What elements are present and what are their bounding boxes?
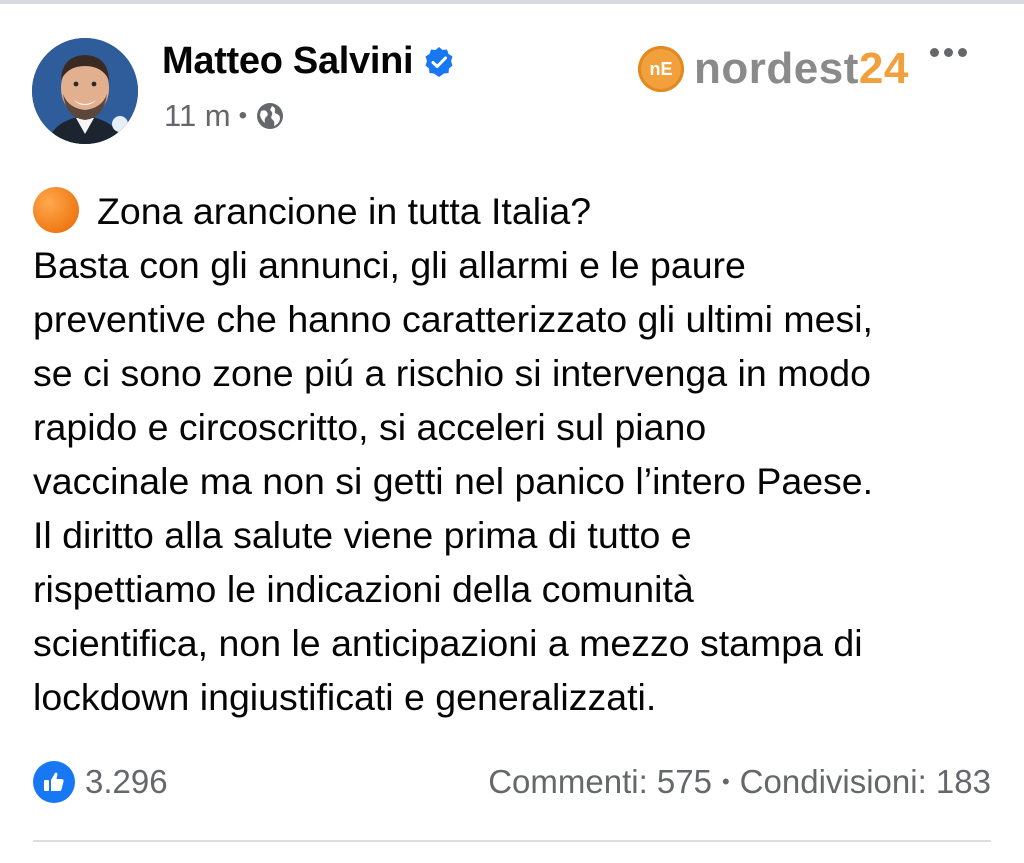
likes-count: 3.296: [85, 763, 168, 800]
post-line: rapido e circoscritto, si acceleri sul p…: [33, 406, 707, 448]
post-line-text: Zona arancione in tutta Italia?: [97, 190, 592, 232]
post-line: lockdown ingiustificati e generalizzati.: [33, 676, 657, 718]
like-icon: [33, 761, 75, 803]
watermark-text-main: nordest: [694, 44, 859, 93]
orange-circle-icon: [33, 187, 79, 233]
globe-icon[interactable]: [255, 101, 285, 131]
engagement-counts: Commenti: 575 • Condivisioni: 183: [488, 763, 991, 801]
post-line: vaccinale ma non si getti nel panico l’i…: [33, 460, 874, 502]
post-footer: 3.296 Commenti: 575 • Condivisioni: 183: [33, 758, 991, 806]
post-line: preventive che hanno caratterizzato gli …: [33, 298, 873, 340]
comments-count[interactable]: Commenti: 575: [488, 763, 712, 801]
avatar[interactable]: [32, 38, 138, 144]
post-time[interactable]: 11 m: [164, 98, 231, 134]
verified-badge-icon: [423, 46, 455, 78]
post-line: Il diritto alla salute viene prima di tu…: [33, 514, 692, 556]
watermark-text: nordest24: [694, 44, 909, 94]
post-line: Basta con gli annunci, gli allarmi e le …: [33, 244, 746, 286]
top-divider: [0, 0, 1024, 4]
post-meta: 11 m •: [164, 98, 285, 134]
meta-separator: •: [238, 102, 248, 129]
bottom-divider: [33, 840, 991, 842]
counts-separator: •: [721, 769, 730, 794]
watermark: nE nordest24: [638, 44, 909, 94]
post-text: Zona arancione in tutta Italia? Basta co…: [33, 184, 1003, 724]
watermark-text-num: 24: [858, 44, 909, 93]
post-line: Zona arancione in tutta Italia?: [33, 184, 1003, 238]
reactions-summary[interactable]: 3.296: [33, 761, 168, 803]
watermark-logo-icon: nE: [638, 46, 684, 92]
post-line: scientifica, non le anticipazioni a mezz…: [33, 622, 863, 664]
post-header: Matteo Salvini: [162, 40, 455, 83]
author-name[interactable]: Matteo Salvini: [162, 40, 414, 83]
shares-count[interactable]: Condivisioni: 183: [740, 763, 991, 801]
post-line: se ci sono zone piú a rischio si interve…: [33, 352, 871, 394]
more-icon[interactable]: [930, 48, 967, 57]
post-line: rispettiamo le indicazioni della comunit…: [33, 568, 694, 610]
